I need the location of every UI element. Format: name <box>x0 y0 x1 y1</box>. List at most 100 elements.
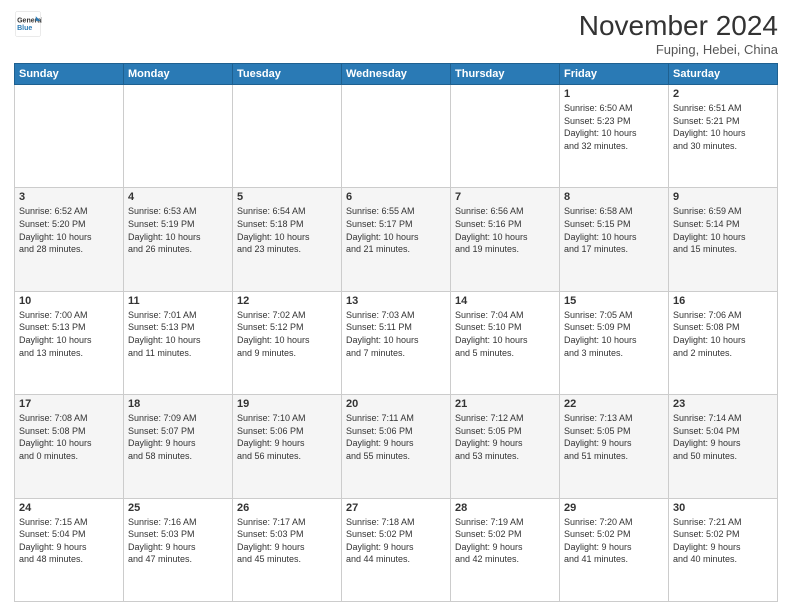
day-info: Sunrise: 7:02 AM Sunset: 5:12 PM Dayligh… <box>237 309 337 359</box>
day-number: 21 <box>455 398 555 410</box>
day-info: Sunrise: 6:52 AM Sunset: 5:20 PM Dayligh… <box>19 205 119 255</box>
calendar-cell: 5Sunrise: 6:54 AM Sunset: 5:18 PM Daylig… <box>233 188 342 291</box>
day-info: Sunrise: 7:08 AM Sunset: 5:08 PM Dayligh… <box>19 412 119 462</box>
day-info: Sunrise: 6:59 AM Sunset: 5:14 PM Dayligh… <box>673 205 773 255</box>
day-number: 27 <box>346 502 446 514</box>
day-info: Sunrise: 7:06 AM Sunset: 5:08 PM Dayligh… <box>673 309 773 359</box>
day-info: Sunrise: 7:18 AM Sunset: 5:02 PM Dayligh… <box>346 516 446 566</box>
svg-text:General: General <box>17 17 42 24</box>
calendar-cell: 13 Sunrise: 7:03 AM Sunset: 5:11 PM Dayli… <box>342 291 451 394</box>
calendar-cell: 24 Sunrise: 7:15 AM Sunset: 5:04 PM Dayli… <box>15 498 124 601</box>
svg-text:Blue: Blue <box>17 25 32 32</box>
day-info: Sunrise: 7:19 AM Sunset: 5:02 PM Dayligh… <box>455 516 555 566</box>
calendar-week-3: 17Sunrise: 7:08 AM Sunset: 5:08 PM Dayli… <box>15 395 778 498</box>
col-friday: Friday <box>560 64 669 85</box>
day-number: 4 <box>128 191 228 203</box>
day-number: 20 <box>346 398 446 410</box>
calendar-cell: 19Sunrise: 7:10 AM Sunset: 5:06 PM Dayli… <box>233 395 342 498</box>
day-number: 22 <box>564 398 664 410</box>
calendar-cell: 23Sunrise: 7:14 AM Sunset: 5:04 PM Dayli… <box>669 395 778 498</box>
calendar-cell: 3 Sunrise: 6:52 AM Sunset: 5:20 PM Daylig… <box>15 188 124 291</box>
day-info: Sunrise: 6:58 AM Sunset: 5:15 PM Dayligh… <box>564 205 664 255</box>
day-info: Sunrise: 6:56 AM Sunset: 5:16 PM Dayligh… <box>455 205 555 255</box>
day-number: 19 <box>237 398 337 410</box>
calendar-cell: 29 Sunrise: 7:20 AM Sunset: 5:02 PM Dayli… <box>560 498 669 601</box>
day-number: 1 <box>564 88 664 100</box>
calendar-cell: 30 Sunrise: 7:21 AM Sunset: 5:02 PM Dayli… <box>669 498 778 601</box>
calendar-cell: 9 Sunrise: 6:59 AM Sunset: 5:14 PM Daylig… <box>669 188 778 291</box>
calendar-cell: 12 Sunrise: 7:02 AM Sunset: 5:12 PM Dayli… <box>233 291 342 394</box>
day-info: Sunrise: 7:00 AM Sunset: 5:13 PM Dayligh… <box>19 309 119 359</box>
calendar-cell: 25Sunrise: 7:16 AM Sunset: 5:03 PM Dayli… <box>124 498 233 601</box>
logo: General Blue General Blue <box>14 10 42 38</box>
day-number: 30 <box>673 502 773 514</box>
day-number: 23 <box>673 398 773 410</box>
day-info: Sunrise: 6:51 AM Sunset: 5:21 PM Dayligh… <box>673 102 773 152</box>
day-info: Sunrise: 6:53 AM Sunset: 5:19 PM Dayligh… <box>128 205 228 255</box>
day-info: Sunrise: 7:20 AM Sunset: 5:02 PM Dayligh… <box>564 516 664 566</box>
calendar-cell: 15 Sunrise: 7:05 AM Sunset: 5:09 PM Dayli… <box>560 291 669 394</box>
day-info: Sunrise: 7:03 AM Sunset: 5:11 PM Dayligh… <box>346 309 446 359</box>
calendar-week-2: 10 Sunrise: 7:00 AM Sunset: 5:13 PM Dayli… <box>15 291 778 394</box>
calendar-cell <box>342 85 451 188</box>
day-info: Sunrise: 7:17 AM Sunset: 5:03 PM Dayligh… <box>237 516 337 566</box>
calendar-body: 1 Sunrise: 6:50 AM Sunset: 5:23 PM Daylig… <box>15 85 778 602</box>
day-number: 10 <box>19 295 119 307</box>
title-block: November 2024 Fuping, Hebei, China <box>579 10 778 57</box>
col-wednesday: Wednesday <box>342 64 451 85</box>
day-number: 15 <box>564 295 664 307</box>
day-info: Sunrise: 7:15 AM Sunset: 5:04 PM Dayligh… <box>19 516 119 566</box>
day-number: 7 <box>455 191 555 203</box>
calendar-cell: 4 Sunrise: 6:53 AM Sunset: 5:19 PM Daylig… <box>124 188 233 291</box>
day-number: 12 <box>237 295 337 307</box>
day-number: 3 <box>19 191 119 203</box>
day-number: 24 <box>19 502 119 514</box>
calendar-table: Sunday Monday Tuesday Wednesday Thursday… <box>14 63 778 602</box>
col-saturday: Saturday <box>669 64 778 85</box>
calendar-cell: 28 Sunrise: 7:19 AM Sunset: 5:02 PM Dayli… <box>451 498 560 601</box>
calendar-week-1: 3 Sunrise: 6:52 AM Sunset: 5:20 PM Daylig… <box>15 188 778 291</box>
day-number: 18 <box>128 398 228 410</box>
day-info: Sunrise: 6:50 AM Sunset: 5:23 PM Dayligh… <box>564 102 664 152</box>
calendar-cell: 20Sunrise: 7:11 AM Sunset: 5:06 PM Dayli… <box>342 395 451 498</box>
calendar-cell <box>451 85 560 188</box>
calendar-cell <box>233 85 342 188</box>
calendar-cell: 7 Sunrise: 6:56 AM Sunset: 5:16 PM Daylig… <box>451 188 560 291</box>
calendar-cell: 14Sunrise: 7:04 AM Sunset: 5:10 PM Dayli… <box>451 291 560 394</box>
day-number: 5 <box>237 191 337 203</box>
day-number: 8 <box>564 191 664 203</box>
calendar-cell: 6Sunrise: 6:55 AM Sunset: 5:17 PM Daylig… <box>342 188 451 291</box>
location: Fuping, Hebei, China <box>579 42 778 57</box>
day-info: Sunrise: 7:05 AM Sunset: 5:09 PM Dayligh… <box>564 309 664 359</box>
col-tuesday: Tuesday <box>233 64 342 85</box>
day-info: Sunrise: 7:16 AM Sunset: 5:03 PM Dayligh… <box>128 516 228 566</box>
day-number: 2 <box>673 88 773 100</box>
day-info: Sunrise: 7:01 AM Sunset: 5:13 PM Dayligh… <box>128 309 228 359</box>
calendar-cell: 22Sunrise: 7:13 AM Sunset: 5:05 PM Dayli… <box>560 395 669 498</box>
day-number: 9 <box>673 191 773 203</box>
calendar-cell <box>124 85 233 188</box>
day-number: 28 <box>455 502 555 514</box>
day-number: 6 <box>346 191 446 203</box>
calendar-cell: 26 Sunrise: 7:17 AM Sunset: 5:03 PM Dayli… <box>233 498 342 601</box>
month-title: November 2024 <box>579 10 778 42</box>
calendar-week-4: 24 Sunrise: 7:15 AM Sunset: 5:04 PM Dayli… <box>15 498 778 601</box>
calendar-cell: 17Sunrise: 7:08 AM Sunset: 5:08 PM Dayli… <box>15 395 124 498</box>
day-info: Sunrise: 7:04 AM Sunset: 5:10 PM Dayligh… <box>455 309 555 359</box>
col-thursday: Thursday <box>451 64 560 85</box>
day-number: 29 <box>564 502 664 514</box>
calendar-cell: 8 Sunrise: 6:58 AM Sunset: 5:15 PM Daylig… <box>560 188 669 291</box>
header: General Blue General Blue November 2024 … <box>14 10 778 57</box>
day-info: Sunrise: 7:21 AM Sunset: 5:02 PM Dayligh… <box>673 516 773 566</box>
day-number: 26 <box>237 502 337 514</box>
calendar-cell: 21 Sunrise: 7:12 AM Sunset: 5:05 PM Dayli… <box>451 395 560 498</box>
day-number: 16 <box>673 295 773 307</box>
page: General Blue General Blue November 2024 … <box>0 0 792 612</box>
calendar-cell <box>15 85 124 188</box>
day-number: 13 <box>346 295 446 307</box>
day-number: 11 <box>128 295 228 307</box>
logo-icon: General Blue <box>14 10 42 38</box>
day-info: Sunrise: 7:12 AM Sunset: 5:05 PM Dayligh… <box>455 412 555 462</box>
calendar-cell: 18Sunrise: 7:09 AM Sunset: 5:07 PM Dayli… <box>124 395 233 498</box>
calendar-cell: 2 Sunrise: 6:51 AM Sunset: 5:21 PM Daylig… <box>669 85 778 188</box>
